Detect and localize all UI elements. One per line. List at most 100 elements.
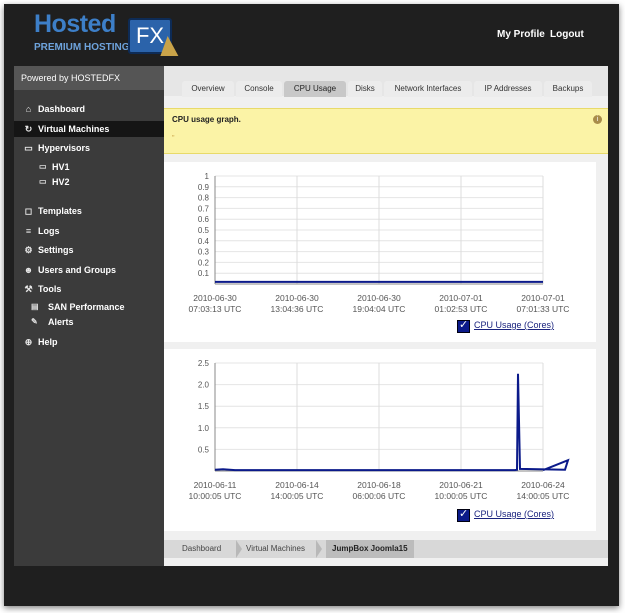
cpu-usage-chart-1: 10.90.80.70.60.50.40.30.20.12010-06-3007… [189, 172, 570, 314]
breadcrumb-separator [236, 540, 242, 558]
app-window: Hosted PREMIUM HOSTING FX My Profile Log… [4, 4, 619, 606]
legend-label-1[interactable]: CPU Usage (Cores) [474, 320, 554, 330]
logout-link[interactable]: Logout [550, 29, 584, 40]
x-tick-label: 2010-07-01 [439, 293, 483, 303]
breadcrumb-current: JumpBox Joomla15 [326, 540, 414, 558]
sidebar-item-virtual-machines[interactable]: ↻ Virtual Machines [14, 121, 164, 137]
y-tick-label: 0.8 [198, 194, 210, 203]
sidebar-item-hypervisors[interactable]: ▭ Hypervisors [14, 140, 164, 156]
sidebar-item-users-and-groups[interactable]: ☻ Users and Groups [14, 262, 164, 278]
tab-disks[interactable]: Disks [348, 81, 382, 97]
sidebar-item-label: Users and Groups [38, 265, 117, 275]
sidebar-item-logs[interactable]: ≡ Logs [14, 223, 164, 239]
sidebar-item-label: Logs [38, 226, 60, 236]
x-tick-label: 13:04:36 UTC [271, 304, 324, 314]
y-tick-label: 0.7 [198, 204, 210, 213]
y-tick-label: 0.2 [198, 258, 210, 267]
sidebar: Powered by HOSTEDFX ⌂ Dashboard ↻ Virtual … [14, 66, 164, 566]
cpu-usage-chart-2: 2.52.01.51.00.52010-06-1110:00:05 UTC201… [189, 359, 570, 501]
sidebar-item-label: Help [38, 337, 58, 347]
info-icon[interactable]: i [593, 115, 602, 124]
chart-icon: ▤ [31, 302, 39, 311]
tab-backups[interactable]: Backups [544, 81, 592, 97]
notice-text: CPU usage graph. [172, 115, 241, 124]
sidebar-item-label: HV2 [52, 177, 70, 187]
sidebar-item-alerts[interactable]: ✎ Alerts [14, 315, 164, 329]
x-tick-label: 10:00:05 UTC [435, 491, 488, 501]
x-tick-label: 19:04:04 UTC [353, 304, 406, 314]
x-tick-label: 01:02:53 UTC [435, 304, 488, 314]
tab-console[interactable]: Console [236, 81, 282, 97]
x-tick-label: 2010-06-30 [193, 293, 237, 303]
x-tick-label: 14:00:05 UTC [517, 491, 570, 501]
chart-panel-1: 1 0.9 0.8 0.7 0.6 0.5 0.4 0.3 0.2 0.1 2010-06-30 07… [164, 162, 596, 342]
x-tick-label: 06:00:06 UTC [353, 491, 406, 501]
logo-subtitle: PREMIUM HOSTING [34, 42, 130, 53]
list-icon: ≡ [25, 226, 32, 236]
legend-label-2[interactable]: CPU Usage (Cores) [474, 509, 554, 519]
y-tick-label: 0.6 [198, 215, 210, 224]
tab-network-interfaces[interactable]: Network Interfaces [384, 81, 472, 97]
gear-icon: ⚙ [24, 245, 33, 255]
sidebar-item-label: Settings [38, 245, 74, 255]
y-tick-label: 1.0 [198, 424, 210, 433]
sidebar-item-settings[interactable]: ⚙ Settings [14, 242, 164, 258]
notice-mark: " [172, 135, 175, 142]
y-tick-label: 0.4 [198, 237, 210, 246]
refresh-icon: ↻ [24, 124, 33, 134]
wrench-icon: ⚒ [24, 284, 33, 294]
tab-ip-addresses[interactable]: IP Addresses [474, 81, 542, 97]
series-line [214, 373, 570, 472]
x-tick-label: 07:03:13 UTC [189, 304, 242, 314]
x-tick-label: 2010-06-18 [357, 480, 401, 490]
notice-box: CPU usage graph. " i [164, 108, 608, 154]
x-tick-label: 07:01:33 UTC [517, 304, 570, 314]
y-tick-label: 2.5 [198, 359, 210, 368]
monitor-icon: ▭ [39, 162, 47, 171]
tab-bar: Overview Console CPU Usage Disks Network… [164, 66, 608, 97]
x-tick-label: 14:00:05 UTC [271, 491, 324, 501]
sidebar-item-templates[interactable]: ◻ Templates [14, 203, 164, 219]
legend-checkbox-1[interactable] [457, 318, 470, 333]
breadcrumb-dashboard[interactable]: Dashboard [182, 540, 221, 558]
sidebar-item-help[interactable]: ⊕ Help [14, 334, 164, 350]
y-tick-label: 0.5 [198, 226, 210, 235]
sidebar-item-label: Alerts [48, 317, 74, 327]
y-tick-label: 2.0 [198, 381, 210, 390]
x-tick-label: 2010-07-01 [521, 293, 565, 303]
main-content: Overview Console CPU Usage Disks Network… [164, 66, 608, 566]
breadcrumb-virtual-machines[interactable]: Virtual Machines [246, 540, 305, 558]
sidebar-item-label: Virtual Machines [38, 124, 110, 134]
sidebar-item-san-performance[interactable]: ▤ SAN Performance [14, 300, 164, 314]
edit-icon: ✎ [31, 317, 38, 326]
tab-overview[interactable]: Overview [182, 81, 234, 97]
y-tick-label: 1.5 [198, 402, 210, 411]
sidebar-item-label: Tools [38, 284, 62, 294]
y-tick-label: 0.3 [198, 248, 210, 257]
x-tick-label: 10:00:05 UTC [189, 491, 242, 501]
y-tick-label: 0.1 [198, 269, 210, 278]
sidebar-item-hv2[interactable]: ▭ HV2 [14, 175, 164, 189]
sidebar-item-tools[interactable]: ⚒ Tools [14, 281, 164, 297]
x-tick-label: 2010-06-21 [439, 480, 483, 490]
sidebar-item-hv1[interactable]: ▭ HV1 [14, 160, 164, 174]
tab-cpu-usage[interactable]: CPU Usage [284, 81, 346, 97]
logo-text: Hosted [34, 10, 116, 38]
x-tick-label: 2010-06-14 [275, 480, 319, 490]
home-icon: ⌂ [25, 104, 32, 114]
x-tick-label: 2010-06-30 [275, 293, 319, 303]
legend-checkbox-2[interactable] [457, 507, 470, 522]
y-tick-label: 0.9 [198, 183, 210, 192]
sidebar-item-label: Templates [38, 206, 82, 216]
sidebar-item-label: Dashboard [38, 104, 86, 114]
header: Hosted PREMIUM HOSTING FX My Profile Log… [4, 4, 619, 66]
y-tick-label: 1 [205, 172, 210, 181]
sidebar-item-dashboard[interactable]: ⌂ Dashboard [14, 101, 164, 117]
sidebar-item-label: Hypervisors [38, 143, 91, 153]
powered-by: Powered by HOSTEDFX [14, 66, 164, 90]
sidebar-item-label: SAN Performance [48, 302, 125, 312]
monitor-icon: ▭ [39, 177, 47, 186]
my-profile-link[interactable]: My Profile [497, 29, 545, 40]
breadcrumb-separator [316, 540, 322, 558]
users-icon: ☻ [23, 265, 34, 275]
